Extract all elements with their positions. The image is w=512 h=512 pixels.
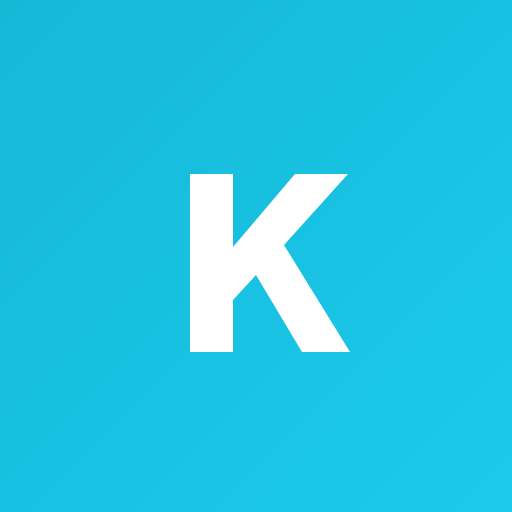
avatar-letter: K bbox=[190, 174, 350, 352]
avatar-tile: K bbox=[0, 0, 512, 512]
letter-k-shape bbox=[190, 174, 350, 352]
